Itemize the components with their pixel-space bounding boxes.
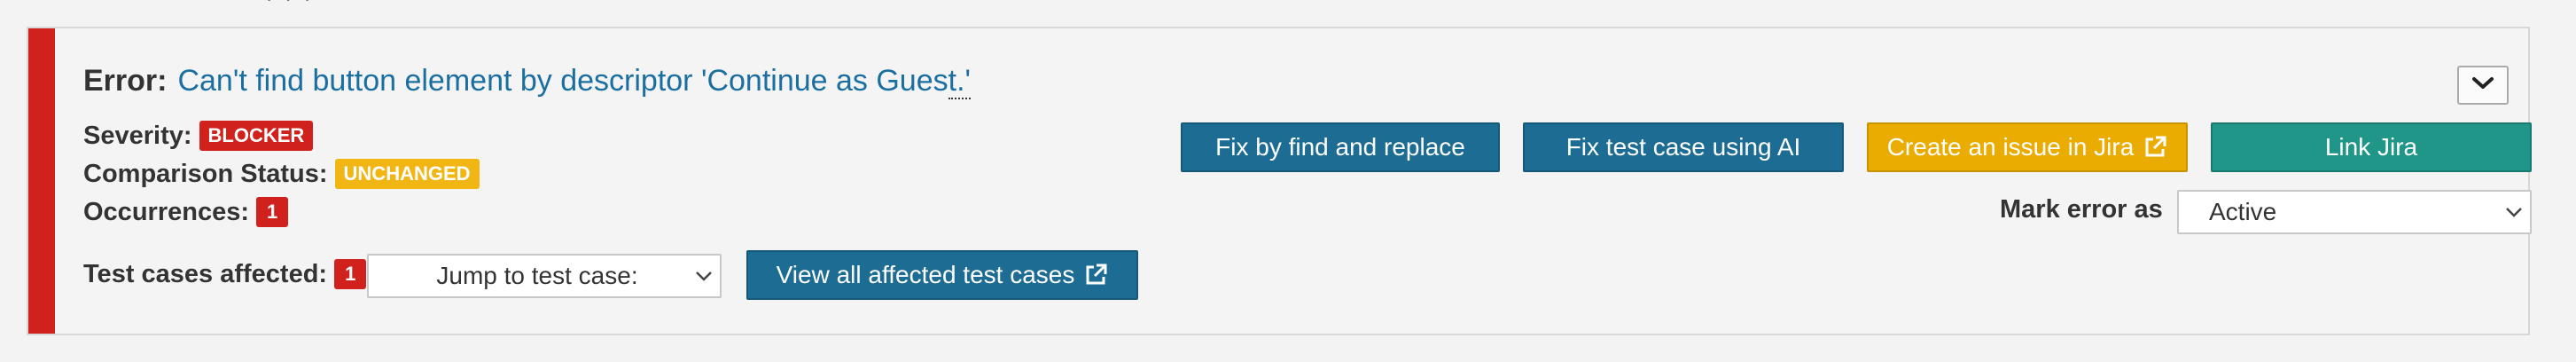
fix-test-case-using-ai-label: Fix test case using AI: [1565, 133, 1801, 161]
chevron-down-icon: [688, 271, 720, 281]
comparison-status-row: Comparison Status: UNCHANGED: [83, 159, 480, 189]
view-all-affected-label: View all affected test cases: [776, 261, 1075, 288]
fix-test-case-using-ai-button[interactable]: Fix test case using AI: [1523, 122, 1844, 172]
occurrences-label: Occurrences:: [83, 197, 249, 226]
mark-error-label: Mark error as: [2000, 195, 2163, 224]
header-fragment: · · ·: [266, 0, 346, 10]
mark-error-select[interactable]: Active: [2177, 190, 2532, 234]
error-label: Error:: [83, 64, 168, 98]
create-jira-issue-button[interactable]: Create an issue in Jira: [1867, 122, 2188, 172]
comparison-status-badge: UNCHANGED: [334, 159, 480, 189]
mark-error-value: Active: [2209, 198, 2277, 225]
test-cases-affected-badge: 1: [334, 259, 367, 289]
error-card: Error: Can't find button element by desc…: [27, 27, 2532, 335]
occurrences-row: Occurrences: 1: [83, 197, 289, 227]
fix-by-find-and-replace-label: Fix by find and replace: [1215, 133, 1465, 161]
comparison-status-label: Comparison Status:: [83, 159, 328, 188]
link-jira-button[interactable]: Link Jira: [2211, 122, 2532, 172]
collapse-button[interactable]: [2457, 66, 2509, 105]
chevron-down-icon: [2471, 76, 2494, 95]
test-cases-affected-row: Test cases affected: 1: [83, 259, 367, 289]
error-severity-stripe: [28, 28, 55, 334]
error-message: Can't find button element by descriptor …: [177, 64, 972, 99]
occurrences-badge: 1: [256, 197, 289, 227]
external-link-icon: [2143, 135, 2167, 160]
error-title: Error: Can't find button element by desc…: [83, 64, 972, 108]
view-all-affected-test-cases-button[interactable]: View all affected test cases: [746, 250, 1138, 300]
severity-label: Severity:: [83, 121, 192, 150]
create-jira-issue-label: Create an issue in Jira: [1886, 133, 2135, 161]
severity-row: Severity: BLOCKER: [83, 121, 314, 151]
jump-to-test-case-select[interactable]: Jump to test case:: [367, 254, 722, 298]
severity-badge: BLOCKER: [199, 121, 314, 151]
external-link-icon: [1083, 263, 1108, 287]
fix-by-find-and-replace-button[interactable]: Fix by find and replace: [1181, 122, 1500, 172]
jump-to-test-case-value: Jump to test case:: [436, 262, 638, 289]
chevron-down-icon: [2498, 207, 2530, 217]
test-cases-affected-label: Test cases affected:: [83, 259, 328, 288]
link-jira-label: Link Jira: [2324, 133, 2418, 161]
